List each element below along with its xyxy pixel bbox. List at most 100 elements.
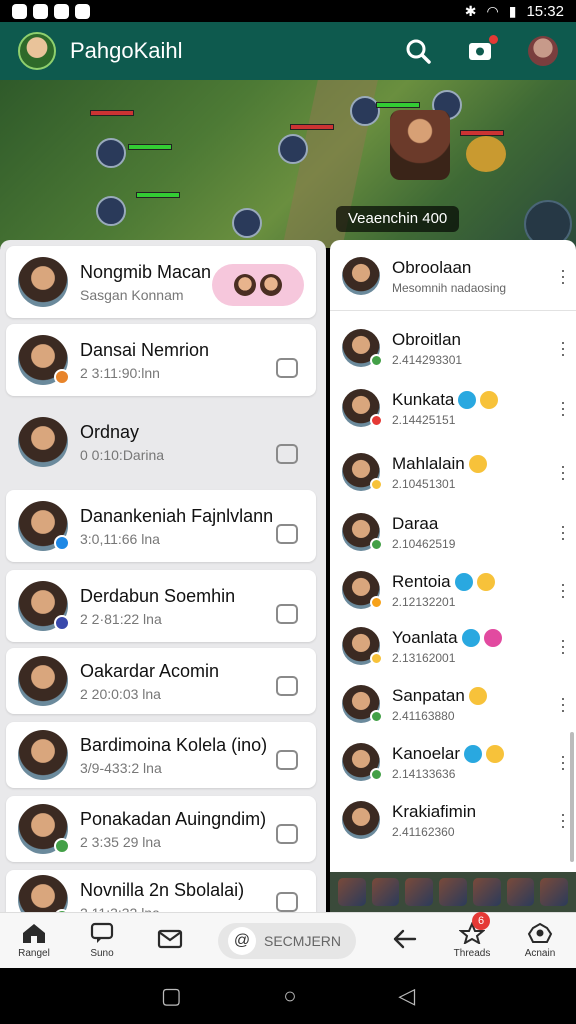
message-icon[interactable] [276, 676, 298, 696]
game-thumb[interactable] [540, 878, 569, 906]
search-icon[interactable] [404, 37, 432, 65]
nav-mail[interactable] [136, 928, 204, 954]
chat-card[interactable]: Novnilla 2n Sbolalai) 2 11:3:32 lna [6, 870, 316, 912]
contact-subtitle: 2.414293301 [392, 352, 463, 367]
game-thumb[interactable] [405, 878, 434, 906]
more-options-icon[interactable]: · · · [560, 261, 566, 291]
message-icon[interactable] [276, 892, 298, 912]
avatar [342, 685, 383, 723]
more-options-icon[interactable]: · · · [560, 631, 566, 661]
chat-card[interactable]: Ponakadan Auingndim) 2 3:35 29 lna [6, 796, 316, 862]
scrollbar[interactable] [570, 732, 574, 862]
nav-threads[interactable]: 6 Threads [438, 912, 506, 959]
contact-name: Obroolaan [392, 257, 472, 277]
back-icon[interactable]: ◁ [398, 983, 415, 1009]
message-icon[interactable] [276, 604, 298, 624]
contact-subtitle: 2.13162001 [392, 650, 456, 665]
more-options-icon[interactable]: · · · [560, 517, 566, 547]
recents-icon[interactable]: ▢ [161, 983, 182, 1009]
battery-icon: ▮ [508, 2, 517, 19]
avatar [342, 257, 380, 295]
avatar [18, 730, 68, 780]
avatar [342, 743, 383, 781]
contact-row[interactable]: Kunkata 2.14425151 · · · [330, 378, 576, 438]
contact-row[interactable]: Yoanlata 2.13162001 · · · [330, 616, 576, 676]
profile-avatar[interactable] [528, 36, 558, 66]
more-options-icon[interactable]: · · · [560, 575, 566, 605]
contact-subtitle: 2.14133636 [392, 766, 456, 781]
health-bar [460, 130, 504, 136]
game-thumb[interactable] [472, 878, 501, 906]
chat-card[interactable]: Danankeniah Fajnlvlann 3:0,11:66 lna [6, 490, 316, 562]
nav-chats[interactable]: Suno [68, 922, 136, 959]
chat-subtitle: 2 3:35 29 lna [80, 833, 161, 850]
game-thumb[interactable] [338, 878, 366, 906]
message-icon[interactable] [276, 524, 298, 544]
contact-row[interactable]: Kanoelar 2.14133636 · · · [330, 732, 576, 792]
emoji-icon [468, 686, 487, 705]
nav-chats-label: Suno [90, 948, 114, 959]
game-thumb[interactable] [439, 878, 467, 906]
chat-name: Dansai Nemrion [80, 339, 210, 360]
status-badge [54, 838, 70, 854]
camera-icon[interactable] [466, 35, 498, 65]
contact-row[interactable]: Sanpatan 2.41163880 · · · [330, 674, 576, 734]
chat-card[interactable]: Ordnay 0 0:10:Darina [6, 402, 316, 482]
game-thumb[interactable] [506, 878, 535, 906]
chat-name: Bardimoina Kolela (ino) [80, 734, 268, 755]
contact-subtitle: 2.10462519 [392, 536, 456, 551]
more-options-icon[interactable]: · · · [560, 457, 566, 487]
avatar [18, 581, 70, 631]
contact-row[interactable]: Obroitlan 2.414293301 · · · [330, 318, 576, 378]
chat-card[interactable]: Dansai Nemrion 2 3:11:90:lnn [6, 324, 316, 396]
avatar [342, 801, 380, 839]
chat-list-right: Obroolaan Mesomnih nadaosing · · · Obroitlan 2… [330, 240, 576, 912]
more-options-icon[interactable]: · · · [560, 805, 566, 835]
contact-row[interactable]: Krakiafimin 2.41162360 · · · [330, 790, 576, 850]
health-bar [376, 102, 420, 108]
app-avatar[interactable] [18, 32, 56, 70]
message-icon[interactable] [276, 824, 298, 844]
chat-card[interactable]: Nongmib Macan Sasgan Konnam [6, 246, 316, 318]
more-options-icon[interactable]: · · · [560, 333, 566, 363]
nav-home[interactable]: Rangel [0, 922, 68, 959]
chat-subtitle: 2 3:11:90:lnn [80, 364, 160, 381]
more-options-icon[interactable]: · · · [560, 747, 566, 777]
contact-row[interactable]: Obroolaan Mesomnih nadaosing · · · [330, 246, 576, 306]
contact-row[interactable]: Rentoia 2.12132201 · · · [330, 560, 576, 620]
pill-avatar [260, 274, 282, 296]
health-bar [128, 144, 172, 150]
contact-row[interactable]: Daraa 2.10462519 · · · [330, 502, 576, 562]
status-badge [54, 369, 70, 385]
chat-name: Derdabun Soemhin [80, 585, 236, 606]
message-icon[interactable] [276, 750, 298, 770]
contact-subtitle: Mesomnih nadaosing [392, 280, 507, 295]
system-nav-bar: ▢ ○ ◁ [0, 968, 576, 1024]
account-icon [527, 922, 553, 943]
emoji-icon [483, 628, 502, 647]
game-strip[interactable] [330, 872, 576, 912]
search-bar[interactable]: @ SECMJERN [218, 922, 356, 959]
game-banner[interactable]: Veaenchin 400 [0, 80, 576, 248]
message-icon[interactable] [276, 358, 298, 378]
contact-name: Krakiafimin [392, 801, 477, 821]
mention-icon: @ [228, 926, 256, 955]
nav-share[interactable] [370, 928, 438, 954]
message-icon[interactable] [276, 444, 298, 464]
avatar [18, 656, 68, 706]
group-pill[interactable] [212, 264, 304, 306]
chat-card[interactable]: Bardimoina Kolela (ino) 3/9-433:2 lna [6, 722, 316, 788]
contact-row[interactable]: Mahlalain 2.10451301 · · · [330, 442, 576, 502]
chat-card[interactable]: Oakardar Acomin 2 20:0:03 lna [6, 648, 316, 714]
game-thumb[interactable] [371, 878, 400, 906]
status-badge [370, 710, 383, 723]
more-options-icon[interactable]: · · · [560, 689, 566, 719]
nav-account[interactable]: Acnain [506, 922, 574, 959]
chat-card[interactable]: Derdabun Soemhin 2 2·81:22 lna [6, 570, 316, 642]
status-badge [54, 535, 70, 551]
game-hero [390, 110, 450, 180]
more-options-icon[interactable]: · · · [560, 393, 566, 423]
emoji-icon [454, 572, 473, 591]
home-button-icon[interactable]: ○ [283, 983, 296, 1009]
gold-pile [466, 136, 506, 172]
